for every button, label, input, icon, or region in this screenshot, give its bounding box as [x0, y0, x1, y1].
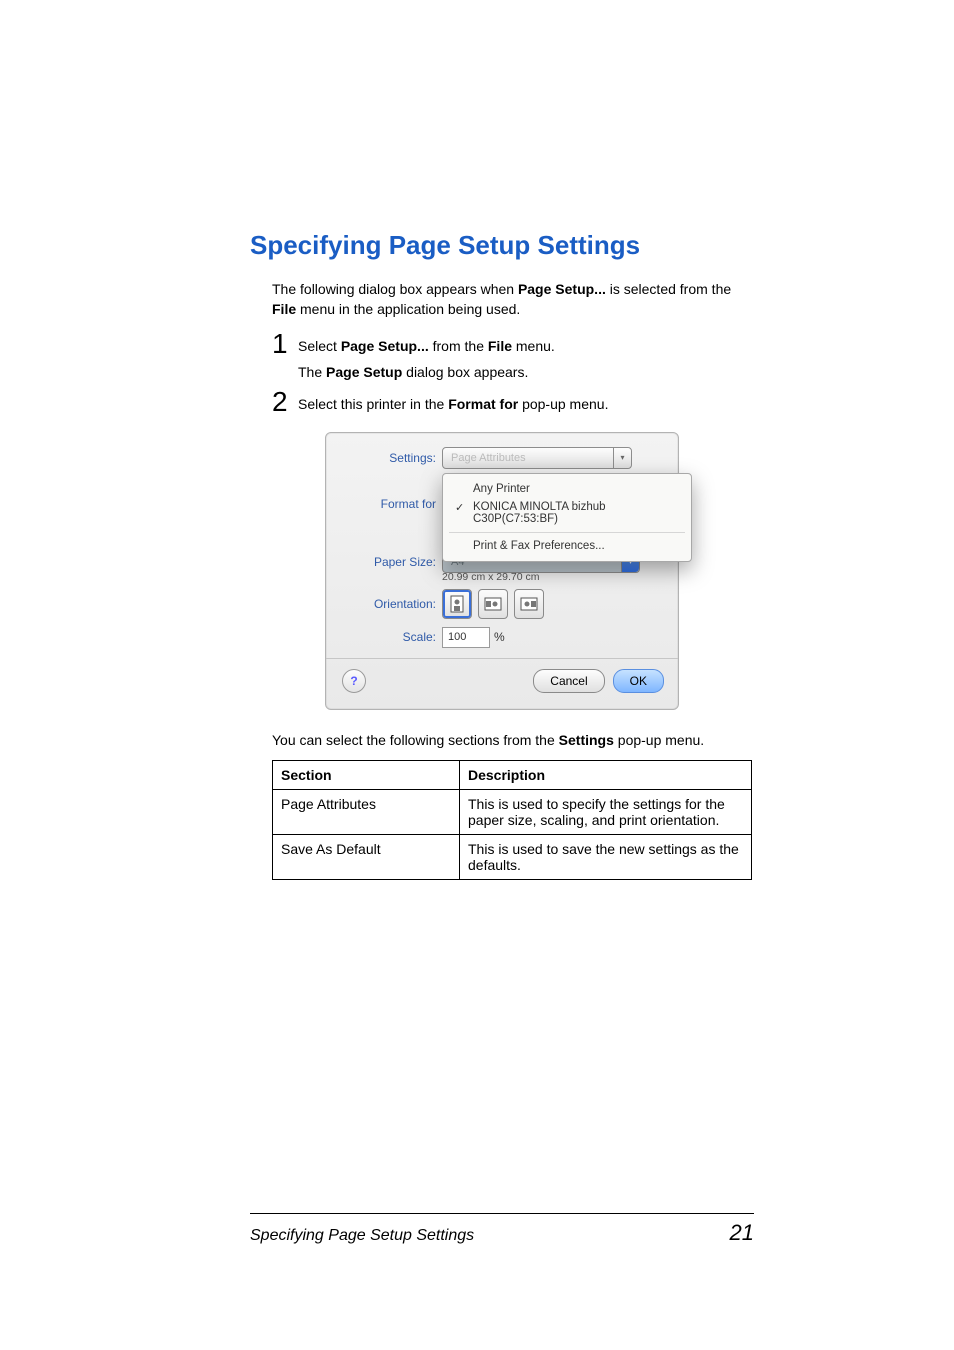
scale-input[interactable]: 100	[442, 627, 490, 648]
format-for-label: Format for	[340, 473, 442, 511]
text: The	[298, 364, 326, 380]
footer-rule	[250, 1213, 754, 1214]
col-section: Section	[273, 761, 460, 790]
page-number: 21	[730, 1220, 754, 1246]
text: menu.	[512, 338, 555, 354]
chevron-down-icon: ▾	[613, 448, 631, 468]
help-button[interactable]: ?	[342, 669, 366, 693]
text-bold: Page Setup...	[341, 338, 429, 354]
step-text: Select this printer in the Format for po…	[298, 388, 608, 414]
text: pop-up menu.	[518, 396, 608, 412]
text: menu in the application being used.	[296, 301, 520, 317]
divider	[326, 658, 678, 659]
text: dialog box appears.	[402, 364, 528, 380]
footer-title: Specifying Page Setup Settings	[250, 1227, 474, 1245]
settings-popup-value: Page Attributes	[451, 452, 526, 464]
scale-label: Scale:	[340, 630, 442, 644]
cell-description: This is used to save the new settings as…	[460, 835, 752, 880]
text-bold: Format for	[448, 396, 518, 412]
table-header-row: Section Description	[273, 761, 752, 790]
text: is selected from the	[606, 281, 731, 297]
step-2: 2 Select this printer in the Format for …	[272, 388, 754, 416]
settings-label: Settings:	[340, 451, 442, 465]
step-text: Select Page Setup... from the File menu.	[298, 330, 555, 356]
text: Select	[298, 338, 341, 354]
cell-section: Save As Default	[273, 835, 460, 880]
text-bold: Settings	[559, 732, 614, 748]
text-bold: Page Setup	[326, 364, 402, 380]
text: from the	[429, 338, 488, 354]
format-for-menu[interactable]: Any Printer KONICA MINOLTA bizhub C30P(C…	[442, 473, 692, 562]
orientation-portrait-button[interactable]	[442, 589, 472, 619]
step-1-sub: The Page Setup dialog box appears.	[298, 362, 754, 382]
sections-table: Section Description Page Attributes This…	[272, 760, 752, 880]
text-bold: File	[272, 301, 296, 317]
page-setup-dialog: Settings: Page Attributes ▾ Format for A…	[325, 432, 679, 710]
text-bold: Page Setup...	[518, 281, 606, 297]
text: pop-up menu.	[614, 732, 704, 748]
cell-description: This is used to specify the settings for…	[460, 790, 752, 835]
scale-percent: %	[494, 630, 505, 644]
format-for-option-any[interactable]: Any Printer	[443, 480, 691, 498]
orientation-label: Orientation:	[340, 597, 442, 611]
landscape-right-icon	[520, 597, 538, 611]
text: The following dialog box appears when	[272, 281, 518, 297]
step-1: 1 Select Page Setup... from the File men…	[272, 330, 754, 358]
ok-button[interactable]: OK	[613, 669, 664, 693]
table-lead-in: You can select the following sections fr…	[272, 730, 754, 750]
step-number: 1	[272, 330, 298, 358]
menu-separator	[449, 532, 685, 533]
text-bold: File	[488, 338, 512, 354]
page-heading: Specifying Page Setup Settings	[250, 230, 754, 261]
paper-size-label: Paper Size:	[340, 555, 442, 569]
step-number: 2	[272, 388, 298, 416]
landscape-left-icon	[484, 597, 502, 611]
format-for-option-prefs[interactable]: Print & Fax Preferences...	[443, 537, 691, 555]
col-description: Description	[460, 761, 752, 790]
intro-paragraph: The following dialog box appears when Pa…	[272, 279, 754, 320]
text: Select this printer in the	[298, 396, 448, 412]
table-row: Save As Default This is used to save the…	[273, 835, 752, 880]
cancel-button[interactable]: Cancel	[533, 669, 604, 693]
table-row: Page Attributes This is used to specify …	[273, 790, 752, 835]
format-for-option-selected[interactable]: KONICA MINOLTA bizhub C30P(C7:53:BF)	[443, 498, 691, 528]
text: You can select the following sections fr…	[272, 732, 559, 748]
page-footer: Specifying Page Setup Settings 21	[250, 1213, 754, 1246]
settings-popup[interactable]: Page Attributes ▾	[442, 447, 632, 469]
cell-section: Page Attributes	[273, 790, 460, 835]
orientation-landscape-left-button[interactable]	[478, 589, 508, 619]
portrait-icon	[450, 595, 464, 613]
orientation-landscape-right-button[interactable]	[514, 589, 544, 619]
